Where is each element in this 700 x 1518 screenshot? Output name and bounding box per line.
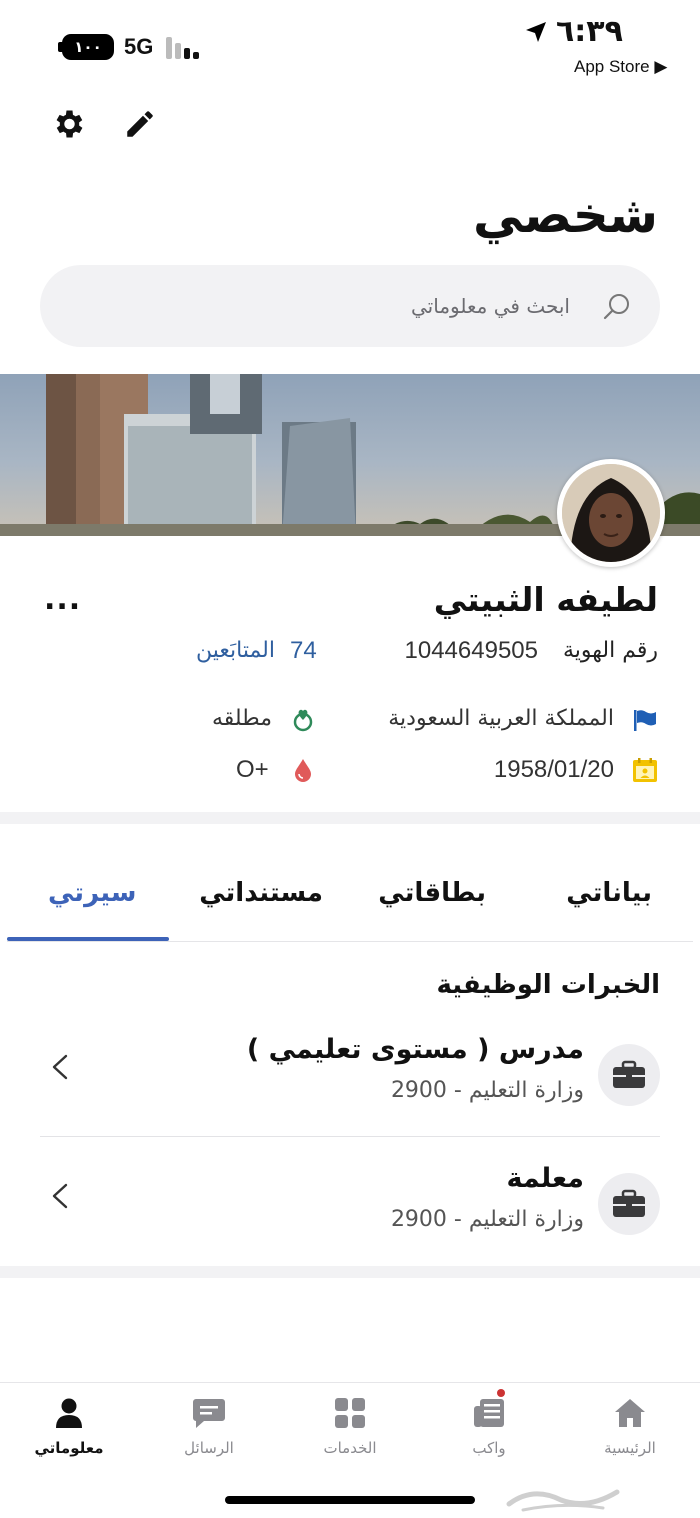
profile-avatar[interactable]: [557, 459, 665, 567]
back-to-app-store[interactable]: App Store ▶: [574, 57, 667, 77]
section-divider: [0, 1266, 700, 1278]
chevron-left-icon: [52, 1183, 68, 1209]
pencil-icon: [127, 111, 153, 137]
search-bar[interactable]: [40, 265, 660, 347]
chat-icon: [193, 1399, 225, 1428]
section-divider: [0, 812, 700, 824]
more-options-button[interactable]: ...: [44, 582, 81, 617]
profile-name: لطيفه الثبيتي: [433, 580, 658, 619]
blood-type: O+: [236, 756, 269, 783]
avatar-photo: [562, 464, 660, 562]
experience-item[interactable]: معلمة وزارة التعليم - 2900: [40, 1163, 660, 1283]
news-icon: [474, 1399, 504, 1427]
network-type: 5G: [124, 34, 154, 59]
nav-label: واكب: [472, 1439, 506, 1457]
blood-drop-icon: [295, 759, 311, 782]
nav-services[interactable]: الخدمات: [295, 1397, 405, 1477]
flag-icon: [634, 710, 656, 731]
settings-button[interactable]: [48, 104, 88, 144]
marital-status: مطلقه: [211, 706, 272, 731]
briefcase-icon: [598, 1044, 660, 1106]
nav-label: الرسائل: [184, 1439, 234, 1457]
nationality: المملكة العربية السعودية: [388, 706, 614, 731]
experience-subtitle: وزارة التعليم - 2900: [390, 1078, 584, 1103]
experience-title: معلمة: [506, 1163, 584, 1194]
section-title-experience: الخبرات الوظيفية: [436, 970, 660, 1000]
experience-subtitle: وزارة التعليم - 2900: [390, 1207, 584, 1232]
id-number: 1044649505: [404, 637, 538, 664]
briefcase-icon: [598, 1173, 660, 1235]
chevron-left-icon: [52, 1054, 68, 1080]
tabs-baseline: [7, 941, 693, 942]
heart-ring-icon: [293, 709, 313, 732]
home-indicator: [225, 1496, 475, 1504]
nav-messages[interactable]: الرسائل: [154, 1397, 264, 1477]
tab-my-cards[interactable]: بطاقاتي: [378, 878, 486, 908]
tab-my-documents[interactable]: مستنداتي: [199, 878, 323, 908]
birth-date: 1958/01/20: [493, 756, 614, 783]
page-title: شخصي: [472, 186, 658, 244]
tab-my-resume[interactable]: سيرتي: [48, 878, 136, 908]
gear-icon: [56, 110, 83, 138]
search-icon: [603, 294, 629, 320]
person-icon: [56, 1398, 82, 1428]
nav-label: الخدمات: [323, 1439, 377, 1457]
status-time-group: ٦:٣٩: [524, 14, 623, 49]
followers-count[interactable]: 74: [290, 637, 317, 665]
experience-title: مدرس ( مستوى تعليمي ): [246, 1034, 584, 1065]
active-tab-indicator: [7, 937, 169, 941]
home-icon: [615, 1399, 645, 1427]
status-bar: ١٠٠ 5G ٦:٣٩ App Store ▶: [0, 0, 700, 90]
grid-icon: [335, 1398, 365, 1428]
nav-label: الرئيسية: [604, 1439, 656, 1457]
signal-icon: [166, 35, 206, 59]
notification-dot: [497, 1389, 505, 1397]
nav-news[interactable]: واكب: [434, 1389, 544, 1477]
status-time: ٦:٣٩: [556, 14, 623, 49]
calendar-icon: [633, 758, 657, 782]
watermark-logo: [506, 1489, 620, 1512]
id-label: رقم الهوية: [562, 638, 658, 663]
nav-home[interactable]: الرئيسية: [575, 1397, 685, 1477]
followers-label[interactable]: المتابَعين: [196, 638, 275, 663]
nav-my-info[interactable]: معلوماتي: [14, 1397, 124, 1477]
edit-button[interactable]: [120, 104, 160, 144]
battery-indicator: ١٠٠: [62, 34, 114, 60]
row-separator: [40, 1136, 660, 1137]
nav-label: معلوماتي: [34, 1439, 104, 1457]
search-input[interactable]: [70, 265, 570, 347]
tab-my-data[interactable]: بياناتي: [566, 878, 652, 908]
location-arrow-icon: [526, 21, 546, 42]
